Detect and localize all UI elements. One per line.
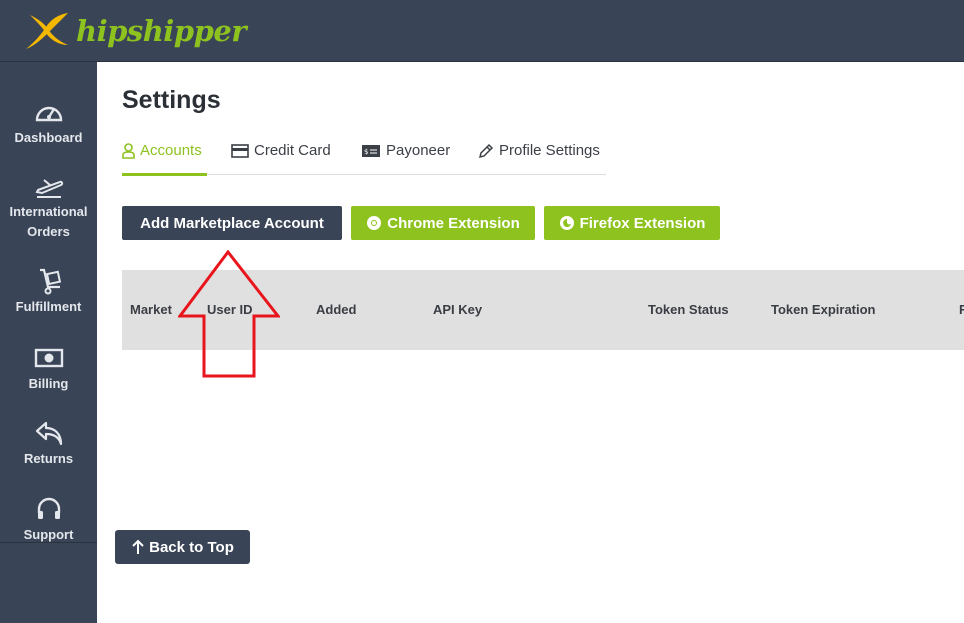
add-marketplace-account-button[interactable]: Add Marketplace Account <box>122 206 342 240</box>
sidebar: Dashboard International Orders Fulfillme… <box>0 62 97 623</box>
firefox-extension-button[interactable]: Firefox Extension <box>544 206 720 240</box>
sidebar-divider <box>0 542 97 543</box>
tab-label: Credit Card <box>254 142 331 159</box>
speedometer-icon <box>35 106 62 122</box>
button-label: Back to Top <box>149 538 234 556</box>
sidebar-item-international-orders[interactable]: International Orders <box>0 172 97 242</box>
sidebar-item-returns[interactable]: Returns <box>0 419 97 469</box>
sidebar-item-label-line1: International <box>9 204 88 219</box>
logo[interactable]: hipshipper <box>22 10 247 52</box>
payoneer-icon: $ <box>362 145 380 157</box>
button-label: Firefox Extension <box>579 214 706 232</box>
sidebar-item-support[interactable]: Support <box>0 495 97 545</box>
sidebar-item-label: Fulfillment <box>15 299 82 314</box>
sidebar-item-label: Support <box>23 527 74 542</box>
column-header-truncated[interactable]: R <box>959 302 964 317</box>
top-bar: hipshipper <box>0 0 964 62</box>
airplane-icon <box>35 179 63 198</box>
sidebar-item-fulfillment[interactable]: Fulfillment <box>0 267 97 317</box>
settings-tabs: Accounts Credit Card $ Payoneer Profile <box>122 142 606 176</box>
chrome-extension-button[interactable]: Chrome Extension <box>351 206 535 240</box>
credit-card-icon <box>231 144 249 158</box>
tab-label: Profile Settings <box>499 142 600 159</box>
brand-name: hipshipper <box>76 14 247 48</box>
sidebar-item-label: Dashboard <box>14 130 83 145</box>
column-header-token-status[interactable]: Token Status <box>648 302 729 317</box>
firefox-icon <box>559 216 574 230</box>
column-header-added[interactable]: Added <box>316 302 356 317</box>
pencil-icon <box>478 143 494 159</box>
sidebar-item-label: Returns <box>23 451 74 466</box>
page-title: Settings <box>122 86 221 114</box>
sidebar-item-dashboard[interactable]: Dashboard <box>0 98 97 148</box>
chrome-icon <box>367 216 382 230</box>
column-header-market[interactable]: Market <box>130 302 172 317</box>
return-arrow-icon <box>35 421 62 446</box>
headset-icon <box>37 497 60 519</box>
sidebar-item-label-line2: Orders <box>27 224 70 239</box>
back-to-top-button[interactable]: Back to Top <box>115 530 250 564</box>
arrow-up-icon <box>132 539 144 554</box>
sidebar-item-label: Billing <box>28 376 69 391</box>
tab-label: Payoneer <box>386 142 451 159</box>
sidebar-item-billing[interactable]: Billing <box>0 344 97 394</box>
tab-payoneer[interactable]: $ Payoneer <box>361 142 450 175</box>
column-header-api-key[interactable]: API Key <box>433 302 482 317</box>
button-label: Add Marketplace Account <box>140 214 324 232</box>
tab-label: Accounts <box>140 142 202 159</box>
svg-text:$: $ <box>364 148 368 156</box>
button-label: Chrome Extension <box>387 214 520 232</box>
tab-accounts[interactable]: Accounts <box>122 142 207 176</box>
user-icon <box>122 143 135 159</box>
tab-profile-settings[interactable]: Profile Settings <box>478 142 600 175</box>
annotation-arrow-icon <box>178 250 280 378</box>
tab-credit-card[interactable]: Credit Card <box>231 142 331 175</box>
column-header-token-expiration[interactable]: Token Expiration <box>771 302 876 317</box>
hand-truck-icon <box>39 268 61 295</box>
banknote-icon <box>34 348 63 368</box>
hipshipper-logo-icon <box>26 13 68 49</box>
